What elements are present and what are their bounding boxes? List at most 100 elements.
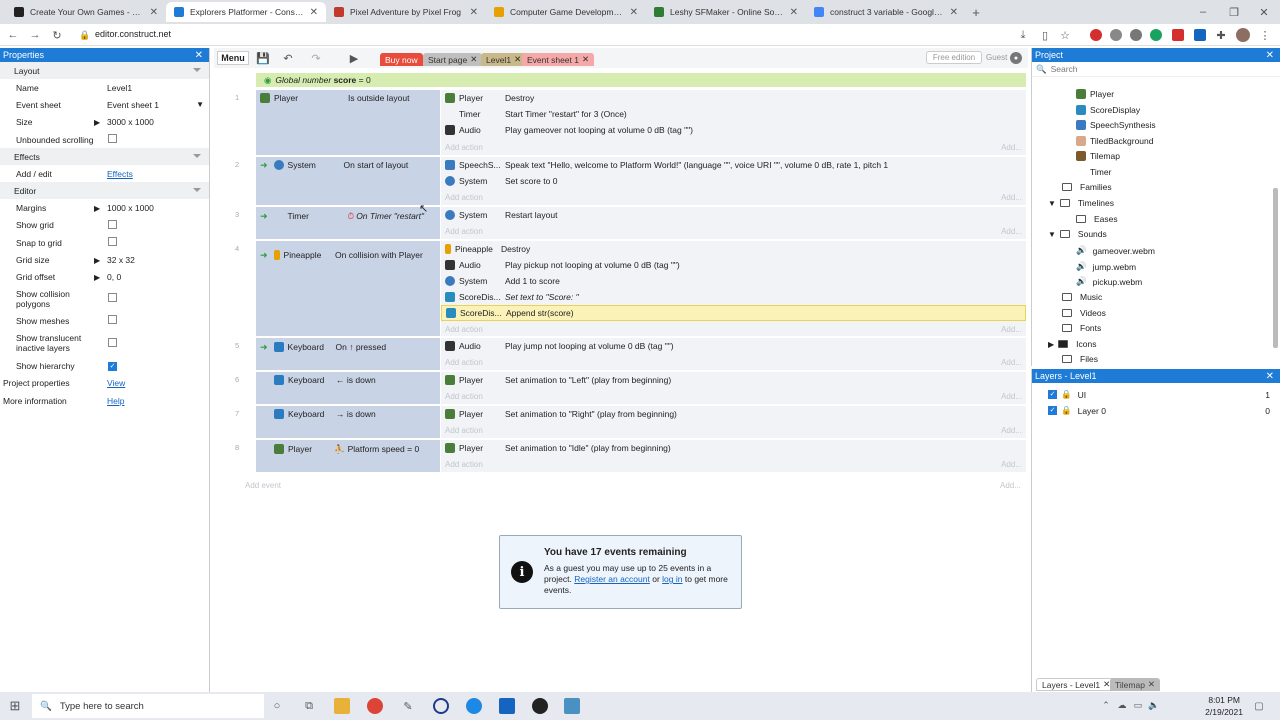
expand-icon[interactable]: ▶ — [94, 118, 100, 127]
close-tab-icon[interactable]: ✕ — [950, 7, 958, 18]
condition[interactable]: On Timer "restart" — [356, 211, 424, 221]
maximize-icon[interactable]: ❐ — [1226, 4, 1242, 20]
add-action-link[interactable]: Add action — [445, 321, 483, 337]
cortana-icon[interactable]: ○ — [270, 699, 284, 713]
redo-icon[interactable]: ↷ — [308, 51, 324, 65]
tree-item-player[interactable]: Player — [1076, 89, 1114, 99]
section-editor[interactable]: Editor — [0, 182, 209, 200]
global-variable-row[interactable]: ◉ Global number score = 0 — [256, 73, 1026, 87]
tree-item-timelines[interactable]: ▼ Timelines — [1048, 198, 1114, 208]
condition[interactable]: ← is down — [336, 375, 376, 385]
tree-item-sound-file[interactable]: 🔊 gameover.webm — [1076, 245, 1155, 256]
add-action-link[interactable]: Add action — [445, 139, 483, 155]
browser-tab-active[interactable]: Explorers Platformer - Construct ✕ — [166, 2, 326, 22]
add-action-link[interactable]: Add action — [445, 223, 483, 239]
add-link[interactable]: Add... — [1001, 388, 1022, 404]
register-link[interactable]: Register an account — [574, 574, 650, 584]
event-block[interactable]: ➜ Timer ⏱ On Timer "restart" System Restart … — [256, 207, 1026, 239]
extension-icon[interactable] — [1090, 29, 1102, 41]
condition[interactable]: → is down — [336, 409, 376, 419]
event-block[interactable]: Player ⛹ Platform speed = 0 Player Set anim… — [256, 440, 1026, 472]
save-icon[interactable]: 💾 — [256, 51, 270, 65]
tree-item-sounds[interactable]: ▼ Sounds — [1048, 229, 1107, 239]
notifications-icon[interactable]: ▢ — [1252, 699, 1266, 713]
action[interactable]: Set animation to "Idle" (play from begin… — [505, 443, 671, 453]
close-tab-icon[interactable]: ✕ — [790, 7, 798, 18]
tree-item-timer[interactable]: Timer — [1090, 167, 1111, 177]
tree-item-speechsynthesis[interactable]: SpeechSynthesis — [1076, 120, 1156, 130]
app-icon[interactable] — [564, 698, 580, 714]
add-action-link[interactable]: Add action — [445, 456, 483, 472]
browser-tab[interactable]: construct 3 variable - Google Sea ✕ — [806, 2, 966, 22]
taskbar-search-input[interactable]: 🔍 Type here to search — [32, 694, 264, 718]
word-icon[interactable] — [499, 698, 515, 714]
app-tray-icon[interactable]: ☁ — [1116, 699, 1128, 711]
prop-grid-size[interactable]: Grid size ▶ 32 x 32 — [0, 251, 209, 268]
prop-grid-offset[interactable]: Grid offset ▶ 0, 0 — [0, 269, 209, 286]
prop-event-sheet[interactable]: Event sheet Event sheet 1 ▼ — [0, 96, 209, 113]
action-selected[interactable]: Append str(score) — [506, 308, 574, 318]
event-actions[interactable]: SpeechS... Speak text "Hello, welcome to … — [441, 157, 1026, 205]
condition[interactable]: On collision with Player — [335, 242, 435, 268]
action[interactable]: Set text to "Score: " — [505, 292, 579, 302]
close-tab-icon[interactable]: ✕ — [514, 54, 521, 65]
action[interactable]: Start Timer "restart" for 3 (Once) — [505, 109, 627, 119]
translucent-layers-checkbox[interactable] — [108, 337, 117, 347]
layer-visible-checkbox[interactable]: ✓ — [1048, 406, 1057, 415]
tree-item-families[interactable]: Families — [1062, 182, 1112, 192]
file-explorer-icon[interactable] — [334, 698, 350, 714]
event-conditions[interactable]: ➜ Timer ⏱ On Timer "restart" — [256, 207, 440, 239]
layer-row[interactable]: ✓ 🔒 UI 1 — [1048, 389, 1276, 400]
avatar[interactable] — [1236, 28, 1250, 42]
add-link[interactable]: Add... — [1001, 189, 1022, 205]
action[interactable]: Destroy — [501, 244, 530, 254]
add-link[interactable]: Add... — [1001, 422, 1022, 438]
action[interactable]: Play jump not looping at volume 0 dB (ta… — [505, 341, 674, 351]
close-panel-icon[interactable]: ✕ — [195, 50, 203, 61]
collision-polygons-checkbox[interactable] — [108, 293, 117, 303]
close-tab-icon[interactable]: ✕ — [470, 54, 477, 65]
prop-show-grid[interactable]: Show grid — [0, 217, 209, 234]
event-actions[interactable]: Player Destroy Timer Start Timer "restart"… — [441, 90, 1026, 155]
prop-show-meshes[interactable]: Show meshes — [0, 312, 209, 329]
browser-tab[interactable]: Create Your Own Games - Free T✕ — [6, 2, 166, 22]
chevron-up-icon[interactable]: ⌃ — [1100, 699, 1112, 711]
extension-icon[interactable] — [1194, 29, 1206, 41]
event-actions[interactable]: Audio Play jump not looping at volume 0 d… — [441, 338, 1026, 370]
event-actions[interactable]: Player Set animation to "Idle" (play from… — [441, 440, 1026, 472]
clock-time[interactable]: 8:01 PM — [1200, 695, 1240, 705]
tab-layers[interactable]: Layers - Level1 ✕ — [1036, 678, 1117, 691]
tree-item-sound-file[interactable]: 🔊 jump.webm — [1076, 261, 1136, 272]
add-event-link[interactable]: Add event — [245, 477, 281, 493]
tab-start-page[interactable]: Start page ✕ — [423, 53, 483, 66]
app-icon[interactable]: ✎ — [400, 698, 416, 714]
show-meshes-checkbox[interactable] — [108, 315, 117, 325]
action[interactable]: Restart layout — [505, 210, 557, 220]
show-hierarchy-checkbox[interactable]: ✓ — [108, 362, 117, 372]
extension-icon[interactable] — [1150, 29, 1162, 41]
add-link[interactable]: Add... — [1001, 139, 1022, 155]
tree-item-icons[interactable]: ▶ Icons — [1048, 339, 1096, 349]
tab-event-sheet-1[interactable]: Event sheet 1 ✕ — [522, 53, 595, 66]
tab-level1[interactable]: Level1 ✕ — [481, 53, 527, 66]
prop-snap-to-grid[interactable]: Snap to grid — [0, 234, 209, 251]
layer-visible-checkbox[interactable]: ✓ — [1048, 390, 1057, 399]
minimize-icon[interactable]: – — [1195, 4, 1211, 20]
event-block[interactable]: ➜ Pineapple On collision with Player Pine… — [256, 241, 1026, 336]
search-input[interactable]: 🔍 Search — [1032, 62, 1280, 77]
prop-name[interactable]: Name Level1 — [0, 79, 209, 96]
expand-icon[interactable]: ▶ — [94, 256, 100, 265]
prop-project-properties[interactable]: Project properties View — [0, 375, 209, 392]
event-conditions[interactable]: ➜ Pineapple On collision with Player — [256, 241, 440, 336]
action[interactable]: Play pickup not looping at volume 0 dB (… — [505, 260, 680, 270]
page-icon[interactable]: ▯ — [1038, 28, 1052, 42]
network-icon[interactable]: ▭ — [1132, 699, 1144, 711]
event-conditions[interactable]: ➜ Keyboard On ↑ pressed — [256, 338, 440, 370]
star-icon[interactable]: ☆ — [1058, 28, 1072, 42]
prop-unbounded-scrolling[interactable]: Unbounded scrolling — [0, 131, 209, 148]
close-tab-icon[interactable]: ✕ — [1148, 679, 1155, 690]
user-icon[interactable]: ● — [1010, 52, 1022, 64]
action[interactable]: Add 1 to score — [505, 276, 560, 286]
tree-item-fonts[interactable]: Fonts — [1062, 323, 1101, 333]
event-actions[interactable]: Player Set animation to "Right" (play fro… — [441, 406, 1026, 438]
